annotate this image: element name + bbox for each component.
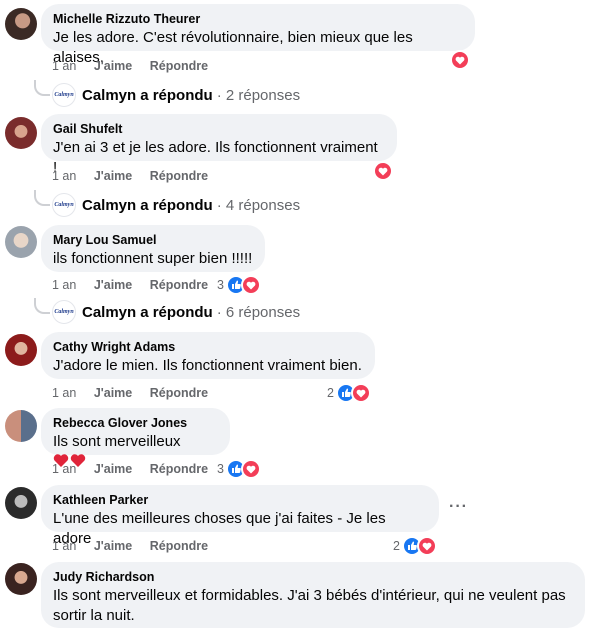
- comment-bubble: Mary Lou Samuel ils fonctionnent super b…: [41, 225, 265, 272]
- comment-author[interactable]: Judy Richardson: [53, 569, 573, 585]
- comment-bubble: Kathleen Parker L'une des meilleures cho…: [41, 485, 439, 547]
- reaction-summary[interactable]: 2: [393, 536, 437, 556]
- love-reaction-icon: [240, 275, 261, 295]
- comment-author[interactable]: Cathy Wright Adams: [53, 339, 363, 355]
- reply-author[interactable]: Calmyn: [82, 87, 136, 104]
- calmyn-avatar: Calmyn: [52, 83, 76, 107]
- avatar[interactable]: [5, 563, 37, 595]
- love-reaction-icon: [240, 459, 261, 479]
- love-reaction-icon[interactable]: [373, 161, 393, 181]
- replies-summary[interactable]: Calmyn Calmyn a répondu · 6 réponses: [52, 300, 300, 324]
- comment-time[interactable]: 1 an: [52, 462, 76, 476]
- reply-count[interactable]: · 2 réponses: [217, 87, 300, 104]
- avatar[interactable]: [5, 334, 37, 366]
- comment-meta: 1 an J'aime Répondre: [52, 538, 222, 554]
- comment-text-line-1: Ils sont merveilleux et formidables. J'a…: [53, 587, 566, 604]
- reply-link[interactable]: Répondre: [150, 59, 208, 73]
- reply-count[interactable]: · 6 réponses: [217, 304, 300, 321]
- comment-time[interactable]: 1 an: [52, 386, 76, 400]
- avatar[interactable]: [5, 226, 37, 258]
- like-link[interactable]: J'aime: [94, 169, 132, 183]
- reply-link[interactable]: Répondre: [150, 539, 208, 553]
- like-link[interactable]: J'aime: [94, 59, 132, 73]
- love-reaction-icon[interactable]: [450, 50, 470, 70]
- love-reaction-icon: [416, 536, 437, 556]
- comment-bubble: Rebecca Glover Jones Ils sont merveilleu…: [41, 408, 230, 467]
- avatar[interactable]: [5, 487, 37, 519]
- calmyn-avatar: Calmyn: [52, 193, 76, 217]
- comment-meta: 1 an J'aime Répondre: [52, 58, 222, 74]
- reaction-count: 3: [217, 462, 224, 476]
- comment-meta: 1 an J'aime Répondre: [52, 385, 222, 401]
- comment-time[interactable]: 1 an: [52, 59, 76, 73]
- reply-link[interactable]: Répondre: [150, 462, 208, 476]
- reaction-count: 3: [217, 278, 224, 292]
- comment-meta: 1 an J'aime Répondre: [52, 461, 222, 477]
- comment-bubble: Gail Shufelt J'en ai 3 et je les adore. …: [41, 114, 397, 176]
- love-reaction-icon: [350, 383, 371, 403]
- comment-bubble: Michelle Rizzuto Theurer Je les adore. C…: [41, 4, 475, 66]
- reaction-summary[interactable]: 3: [217, 275, 261, 295]
- comment-text: J'adore le mien. Ils fonctionnent vraime…: [53, 357, 362, 374]
- comment-bubble: Cathy Wright Adams J'adore le mien. Ils …: [41, 332, 375, 379]
- reply-link[interactable]: Répondre: [150, 278, 208, 292]
- like-link[interactable]: J'aime: [94, 278, 132, 292]
- reply-action[interactable]: a répondu: [140, 304, 213, 321]
- comment-time[interactable]: 1 an: [52, 169, 76, 183]
- reply-link[interactable]: Répondre: [150, 169, 208, 183]
- like-link[interactable]: J'aime: [94, 539, 132, 553]
- reaction-count: 2: [327, 386, 334, 400]
- avatar[interactable]: [5, 117, 37, 149]
- comment-time[interactable]: 1 an: [52, 278, 76, 292]
- thread-connector: [34, 80, 50, 96]
- reply-action[interactable]: a répondu: [140, 197, 213, 214]
- avatar[interactable]: [5, 8, 37, 40]
- comment-author[interactable]: Kathleen Parker: [53, 492, 427, 508]
- like-link[interactable]: J'aime: [94, 386, 132, 400]
- more-options-icon[interactable]: ···: [449, 498, 468, 516]
- avatar[interactable]: [5, 410, 37, 442]
- reaction-summary[interactable]: 3: [217, 459, 261, 479]
- reply-action[interactable]: a répondu: [140, 87, 213, 104]
- comment-text-line-2: sortir la nuit.: [53, 607, 135, 624]
- comment-meta: 1 an J'aime Répondre: [52, 168, 222, 184]
- thread-connector: [34, 190, 50, 206]
- replies-summary[interactable]: Calmyn Calmyn a répondu · 4 réponses: [52, 193, 300, 217]
- thread-connector: [34, 298, 50, 314]
- comment-author[interactable]: Mary Lou Samuel: [53, 232, 253, 248]
- reply-count[interactable]: · 4 réponses: [217, 197, 300, 214]
- replies-summary[interactable]: Calmyn Calmyn a répondu · 2 réponses: [52, 83, 300, 107]
- comment-meta: 1 an J'aime Répondre: [52, 277, 222, 293]
- calmyn-avatar: Calmyn: [52, 300, 76, 324]
- reply-author[interactable]: Calmyn: [82, 304, 136, 321]
- like-link[interactable]: J'aime: [94, 462, 132, 476]
- comment-bubble: Judy Richardson Ils sont merveilleux et …: [41, 562, 585, 628]
- comment-author[interactable]: Gail Shufelt: [53, 121, 385, 137]
- comment-text-content: Ils sont merveilleux: [53, 433, 181, 450]
- reaction-summary[interactable]: 2: [327, 383, 371, 403]
- comment-text: ils fonctionnent super bien !!!!!: [53, 250, 253, 267]
- comment-author[interactable]: Rebecca Glover Jones: [53, 415, 218, 431]
- reply-link[interactable]: Répondre: [150, 386, 208, 400]
- comment-author[interactable]: Michelle Rizzuto Theurer: [53, 11, 463, 27]
- reaction-count: 2: [393, 539, 400, 553]
- reply-author[interactable]: Calmyn: [82, 197, 136, 214]
- comment-time[interactable]: 1 an: [52, 539, 76, 553]
